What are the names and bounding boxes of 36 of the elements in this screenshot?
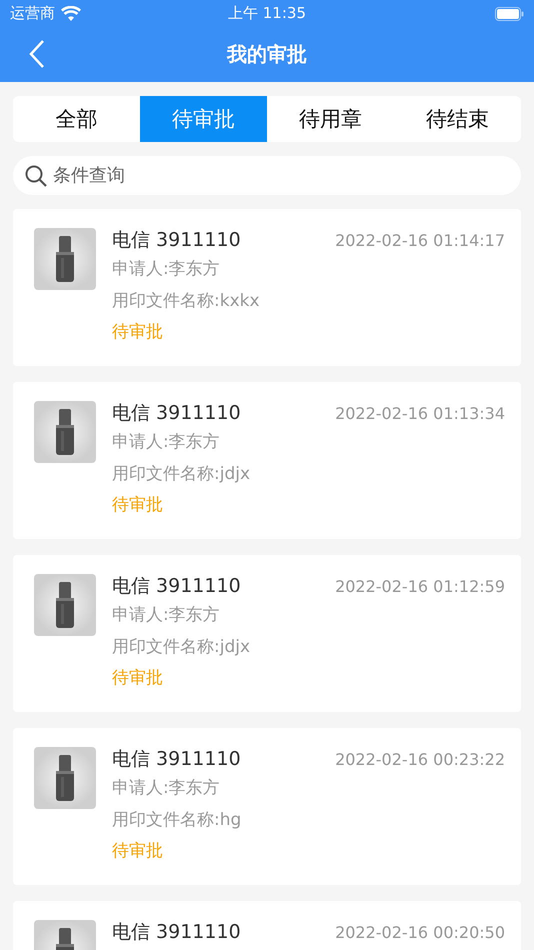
approval-card[interactable]: 电信 3911110 2022-02-16 01:14:17 申请人:李东方 用印文件名称:kxkx 待审批 bbox=[13, 209, 521, 366]
approval-card[interactable]: 电信 3911110 2022-02-16 01:13:34 申请人:李东方 用印文件名称:jdjx 待审批 bbox=[13, 382, 521, 539]
back-button[interactable] bbox=[28, 39, 46, 69]
item-time: 2022-02-16 01:12:59 bbox=[335, 577, 505, 596]
item-time: 2022-02-16 01:14:17 bbox=[335, 231, 505, 250]
approval-card[interactable]: 电信 3911110 2022-02-16 00:23:22 申请人:李东方 用印文件名称:hg 待审批 bbox=[13, 728, 521, 885]
search-field[interactable]: 条件查询 bbox=[13, 156, 521, 195]
item-time: 2022-02-16 00:23:22 bbox=[335, 750, 505, 769]
item-title: 电信 3911110 bbox=[112, 228, 241, 253]
applicant-text: 申请人:李东方 bbox=[112, 777, 221, 800]
status-text: 待审批 bbox=[112, 840, 164, 863]
battery-icon bbox=[495, 6, 524, 20]
file-name-text: 用印文件名称:jdjx bbox=[112, 636, 252, 659]
approval-card[interactable]: 电信 3911110 2022-02-16 01:12:59 申请人:李东方 用印文件名称:jdjx 待审批 bbox=[13, 555, 521, 712]
status-text: 待审批 bbox=[112, 321, 164, 344]
item-time: 2022-02-16 01:13:34 bbox=[335, 404, 505, 423]
applicant-text: 申请人:李东方 bbox=[112, 604, 221, 627]
item-title: 电信 3911110 bbox=[112, 574, 241, 599]
file-name-text: 用印文件名称:jdjx bbox=[112, 463, 252, 486]
carrier-label: 运营商 bbox=[10, 4, 55, 23]
status-text: 待审批 bbox=[112, 494, 164, 517]
clock-time: 上午 11:35 bbox=[228, 4, 306, 23]
page-title: 我的审批 bbox=[227, 41, 307, 68]
file-name-text: 用印文件名称:kxkx bbox=[112, 290, 261, 313]
file-name-text: 用印文件名称:hg bbox=[112, 809, 242, 832]
wifi-icon bbox=[61, 6, 81, 21]
search-input[interactable]: 条件查询 bbox=[51, 164, 509, 187]
item-time: 2022-02-16 00:20:50 bbox=[335, 923, 505, 942]
approval-card[interactable]: 电信 3911110 2022-02-16 00:20:50 bbox=[13, 901, 521, 950]
item-title: 电信 3911110 bbox=[112, 920, 241, 945]
applicant-text: 申请人:李东方 bbox=[112, 258, 221, 281]
search-icon bbox=[25, 164, 47, 186]
item-title: 电信 3911110 bbox=[112, 401, 241, 426]
applicant-text: 申请人:李东方 bbox=[112, 431, 221, 454]
status-text: 待审批 bbox=[112, 667, 164, 690]
item-title: 电信 3911110 bbox=[112, 747, 241, 772]
